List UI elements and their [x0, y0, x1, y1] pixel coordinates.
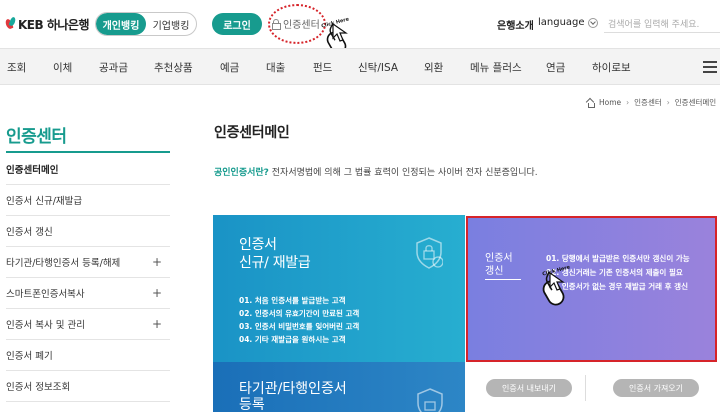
home-icon[interactable]	[586, 99, 595, 108]
nav-item-hirobo[interactable]: 하이로보	[592, 60, 631, 75]
sidebar-item-renew[interactable]: 인증서 갱신	[6, 216, 170, 247]
top-header: KEB 하나은행 개인뱅킹 기업뱅킹 로그인 인증센터 Click Here 은…	[0, 0, 720, 55]
sidebar-item-cert-main[interactable]: 인증센터메인	[6, 154, 170, 185]
sidebar-item-label: 인증서 신규/재발급	[6, 196, 83, 207]
pointer-cursor-icon	[332, 23, 348, 42]
nav-item-utility[interactable]: 공과금	[99, 60, 128, 75]
card-other-title-line2: 등록	[239, 397, 265, 412]
login-button[interactable]: 로그인	[212, 13, 262, 35]
shield-lock-icon	[417, 388, 443, 412]
import-cert-button[interactable]: 인증서 가져오기	[613, 379, 699, 397]
sidebar-item-copy-manage[interactable]: 인증서 복사 및 관리 +	[6, 309, 170, 340]
card-cert-renew[interactable]: 인증서 갱신 01. 당행에서 발급받은 인증서만 갱신이 가능 02. 갱신거…	[466, 216, 717, 362]
sidebar-item-label: 타기관/타행인증서 등록/해제	[6, 258, 121, 269]
sidebar-item-other-bank[interactable]: 타기관/타행인증서 등록/해제 +	[6, 247, 170, 278]
nav-item-fund[interactable]: 펀드	[313, 60, 332, 75]
shield-lock-icon	[416, 237, 443, 269]
page: KEB 하나은행 개인뱅킹 기업뱅킹 로그인 인증센터 Click Here 은…	[0, 0, 720, 412]
cert-description-text: 전자서명법에 의해 그 법률 효력이 인정되는 사이버 전자 신분증입니다.	[268, 168, 538, 178]
card-renew-title-line1: 인증서	[485, 253, 513, 264]
sidebar-divider	[6, 151, 170, 153]
cert-description-strong: 공인인증서란?	[214, 168, 269, 178]
card-other-title-line1: 타기관/타행인증서	[239, 381, 347, 397]
main-nav: 조회 이체 공과금 추천상품 예금 대출 펀드 신탁/ISA 외환 메뉴 플러스…	[0, 48, 720, 85]
card-issue-title: 인증서 신규/ 재발급	[239, 236, 311, 272]
bank-intro-link[interactable]: 은행소개	[497, 17, 534, 32]
sidebar-item-label: 인증서 복사 및 관리	[6, 320, 85, 331]
card-issue-item: 04. 기타 재발급을 원하시는 고객	[239, 335, 346, 344]
card-renew-title-line2: 갱신	[485, 266, 504, 277]
sidebar-item-new-reissue[interactable]: 인증서 신규/재발급	[6, 185, 170, 216]
nav-item-transfer[interactable]: 이체	[53, 60, 72, 75]
sidebar-item-label: 인증서 정보조회	[6, 382, 71, 393]
nav-item-loan[interactable]: 대출	[266, 60, 285, 75]
card-cert-issue[interactable]: 인증서 신규/ 재발급 01. 처음 인증서를 발급받는 고객 02. 인증서의…	[213, 215, 465, 362]
sidebar-item-label: 인증서 갱신	[6, 227, 53, 238]
menu-icon[interactable]	[703, 61, 717, 73]
sidebar-item-info[interactable]: 인증서 정보조회	[6, 371, 170, 402]
breadcrumb-level1[interactable]: 인증센터	[634, 97, 662, 108]
banking-type-toggle: 개인뱅킹 기업뱅킹	[95, 12, 197, 36]
nav-item-trust[interactable]: 신탁/ISA	[358, 60, 398, 75]
card-issue-list: 01. 처음 인증서를 발급받는 고객 02. 인증서의 유효기간이 만료된 고…	[239, 294, 359, 346]
highlight-circle	[268, 4, 326, 44]
chevron-down-icon	[587, 17, 598, 28]
chevron-right-icon: ›	[626, 98, 630, 107]
divider	[585, 375, 586, 401]
card-other-bank[interactable]: 타기관/타행인증서 등록	[213, 362, 465, 412]
card-issue-title-line2: 신규/ 재발급	[239, 255, 311, 271]
nav-item-forex[interactable]: 외환	[424, 60, 443, 75]
breadcrumb-level2[interactable]: 인증센터메인	[675, 97, 716, 108]
plus-icon[interactable]: +	[152, 255, 162, 269]
search-input[interactable]: 검색어를 입력해 주세요.	[604, 15, 720, 33]
sidebar-menu: 인증센터메인 인증서 신규/재발급 인증서 갱신 타기관/타행인증서 등록/해제…	[6, 154, 170, 402]
language-select[interactable]: language	[538, 17, 598, 28]
nav-item-menu-plus[interactable]: 메뉴 플러스	[470, 60, 522, 75]
sidebar-item-label: 스마트폰인증서복사	[6, 289, 85, 300]
cert-description: 공인인증서란? 전자서명법에 의해 그 법률 효력이 인정되는 사이버 전자 신…	[214, 165, 538, 178]
plus-icon[interactable]: +	[152, 286, 162, 300]
bank-logo[interactable]: KEB 하나은행	[6, 13, 89, 35]
nav-item-inquiry[interactable]: 조회	[7, 60, 26, 75]
sidebar-title: 인증센터	[6, 127, 67, 147]
page-title: 인증센터메인	[214, 125, 290, 141]
language-label: language	[538, 17, 585, 28]
logo-mark-icon	[6, 17, 16, 31]
card-issue-title-line1: 인증서	[239, 237, 277, 253]
sidebar-item-label: 인증센터메인	[6, 165, 59, 176]
pointer-cursor-icon	[549, 272, 565, 291]
sidebar-item-smartphone-copy[interactable]: 스마트폰인증서복사 +	[6, 278, 170, 309]
card-renew-underline	[485, 279, 521, 280]
chevron-right-icon: ›	[666, 98, 670, 107]
cert-transfer-actions: 인증서 내보내기 인증서 가져오기	[466, 362, 717, 412]
breadcrumb-home[interactable]: Home	[599, 98, 621, 107]
sidebar-item-label: 인증서 폐기	[6, 351, 53, 362]
logo-text: KEB 하나은행	[18, 17, 89, 32]
card-other-title: 타기관/타행인증서 등록	[239, 381, 347, 412]
breadcrumb: Home › 인증센터 › 인증센터메인	[586, 97, 716, 108]
personal-banking-tab[interactable]: 개인뱅킹	[96, 13, 146, 35]
nav-item-deposit[interactable]: 예금	[220, 60, 239, 75]
card-renew-title: 인증서 갱신	[485, 252, 513, 278]
card-issue-item: 01. 처음 인증서를 발급받는 고객	[239, 296, 346, 305]
business-banking-tab[interactable]: 기업뱅킹	[146, 13, 196, 35]
card-issue-item: 02. 인증서의 유효기간이 만료된 고객	[239, 309, 360, 318]
plus-icon[interactable]: +	[152, 317, 162, 331]
sidebar-item-revoke[interactable]: 인증서 폐기	[6, 340, 170, 371]
export-cert-button[interactable]: 인증서 내보내기	[486, 379, 572, 397]
nav-item-recommended[interactable]: 추천상품	[154, 60, 193, 75]
nav-item-pension[interactable]: 연금	[546, 60, 565, 75]
card-issue-item: 03. 인증서 비밀번호를 잊어버린 고객	[239, 322, 360, 331]
